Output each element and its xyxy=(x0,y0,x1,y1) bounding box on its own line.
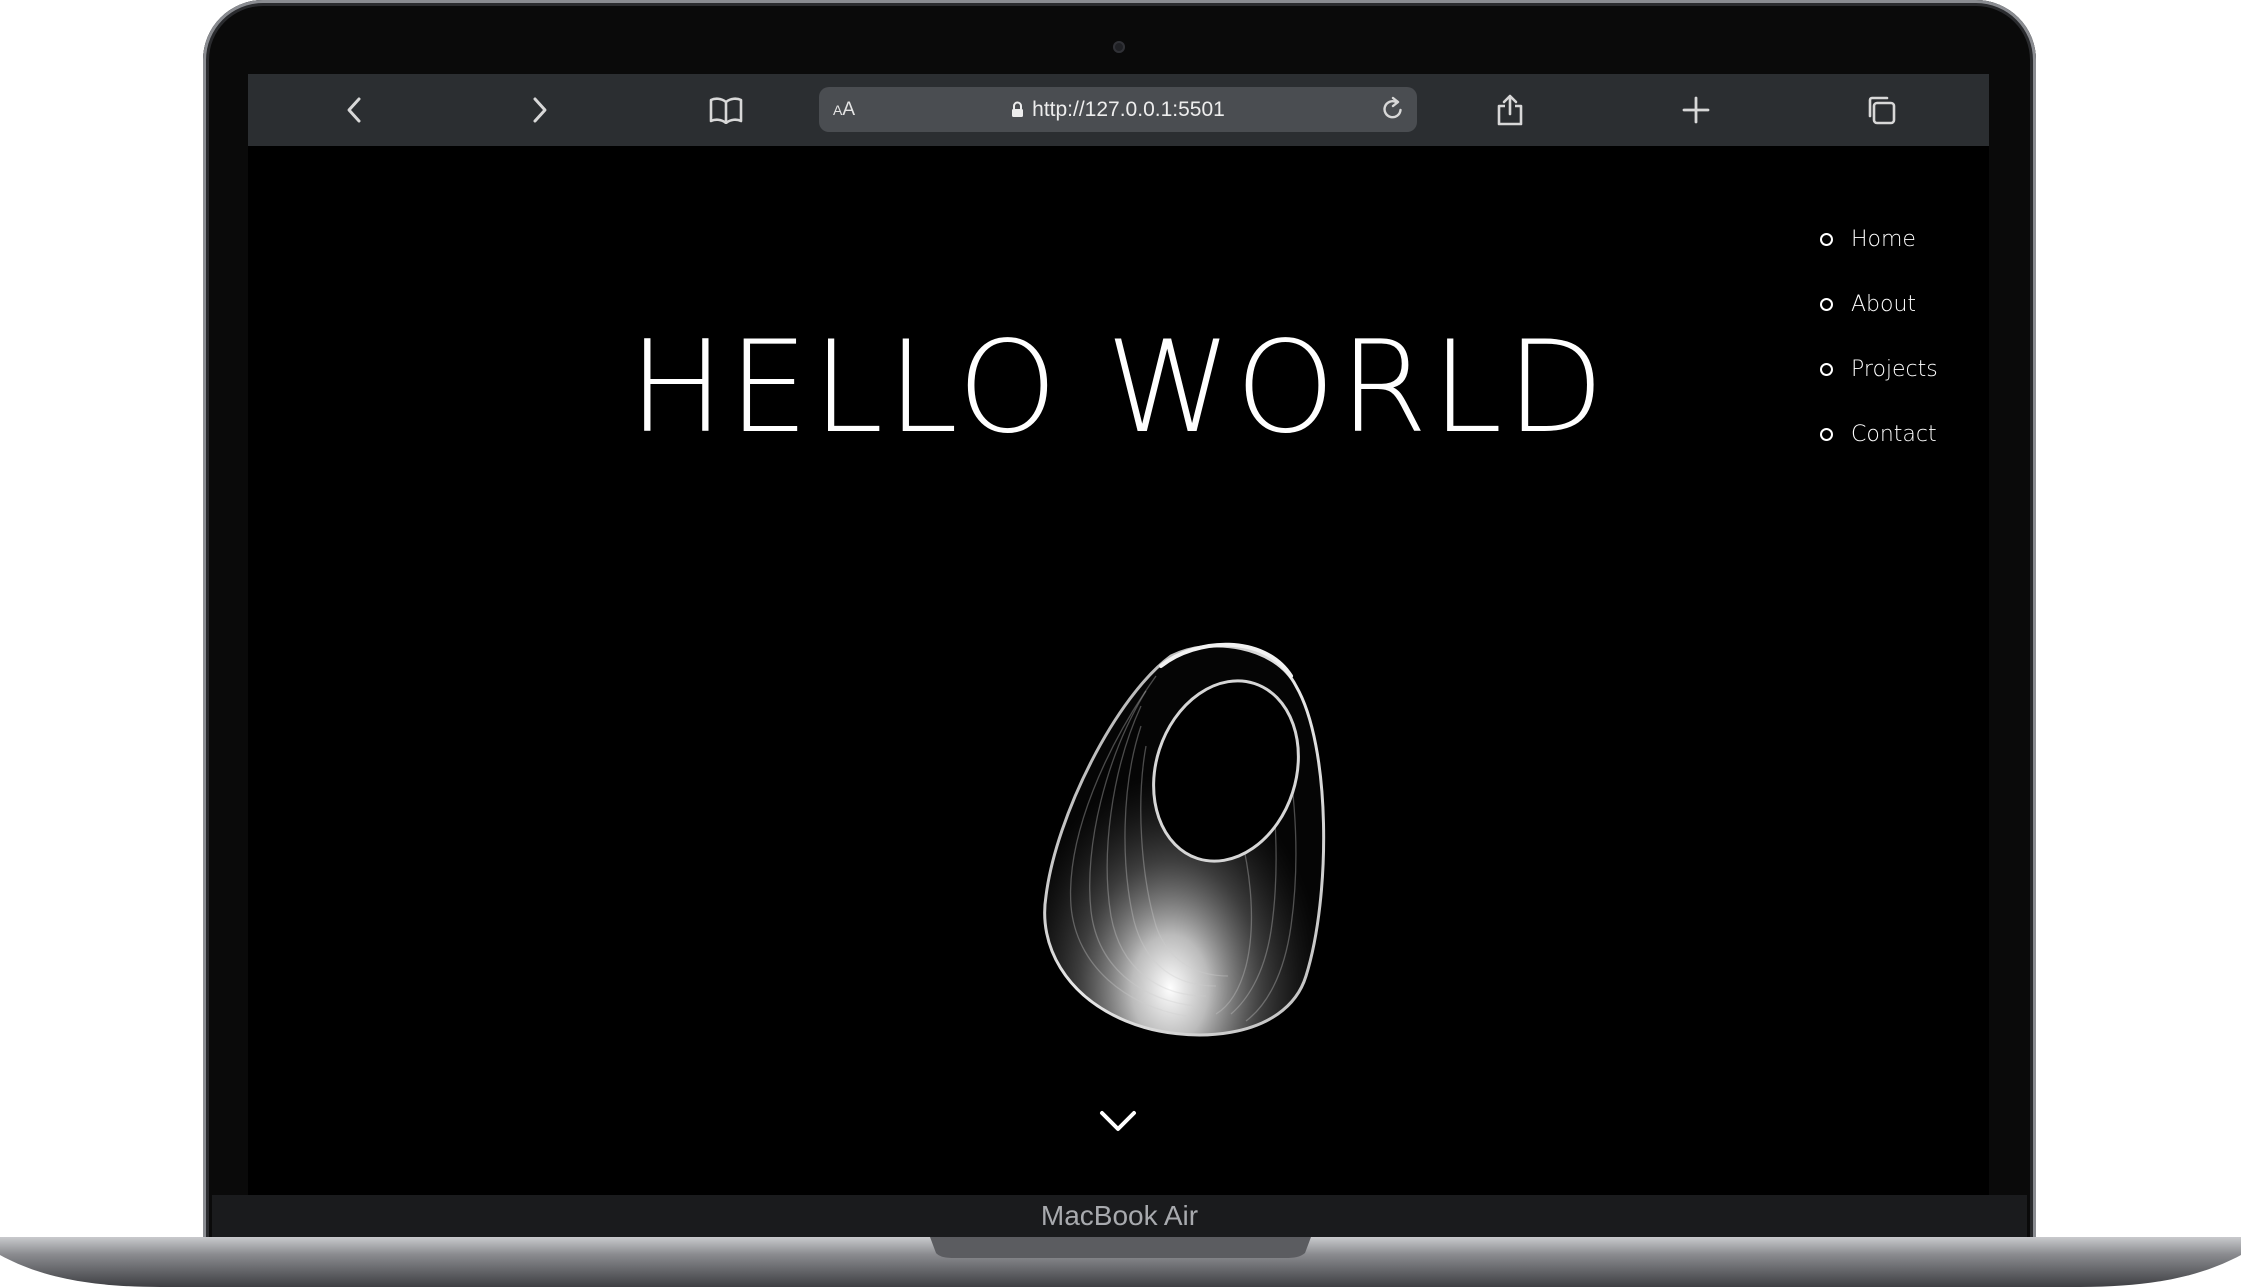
nav-item-contact[interactable]: Contact xyxy=(1820,420,1938,485)
circle-icon xyxy=(1820,298,1833,311)
bookmarks-icon[interactable] xyxy=(706,90,746,130)
hero-title: HELLO WORLD xyxy=(628,313,1609,461)
hero-3d-shape xyxy=(1043,642,1326,1037)
nav-label: About xyxy=(1851,292,1917,317)
circle-icon xyxy=(1820,233,1833,246)
back-icon[interactable] xyxy=(335,90,375,130)
nav-label: Contact xyxy=(1851,422,1937,447)
device-label: MacBook Air xyxy=(1040,1200,1199,1231)
lock-icon xyxy=(1012,101,1024,117)
side-nav: Home About Projects Contact xyxy=(1820,225,1938,485)
url-display[interactable]: http://127.0.0.1:5501 xyxy=(819,87,1417,132)
nav-label: Home xyxy=(1851,227,1916,252)
new-tab-icon[interactable] xyxy=(1676,90,1716,130)
nav-item-projects[interactable]: Projects xyxy=(1820,355,1938,420)
scroll-down-button[interactable] xyxy=(1088,1101,1148,1141)
nav-item-home[interactable]: Home xyxy=(1820,225,1938,290)
circle-icon xyxy=(1820,428,1833,441)
circle-icon xyxy=(1820,363,1833,376)
camera-icon xyxy=(1113,41,1125,53)
nav-item-about[interactable]: About xyxy=(1820,290,1938,355)
nav-label: Projects xyxy=(1851,357,1938,382)
browser-toolbar: AA http://127.0.0.1:5501 xyxy=(248,74,1989,146)
laptop-chin: MacBook Air xyxy=(212,1195,2027,1237)
address-bar[interactable]: AA http://127.0.0.1:5501 xyxy=(819,87,1417,132)
browser-screen: AA http://127.0.0.1:5501 HELLO WORLD Hom… xyxy=(248,74,1989,1195)
share-icon[interactable] xyxy=(1490,90,1530,130)
chevron-down-icon xyxy=(1100,1111,1136,1131)
url-text: http://127.0.0.1:5501 xyxy=(1032,98,1225,121)
forward-icon[interactable] xyxy=(519,90,559,130)
reload-icon[interactable] xyxy=(1375,91,1411,127)
laptop-base xyxy=(0,1237,2241,1287)
tabs-icon[interactable] xyxy=(1861,90,1901,130)
